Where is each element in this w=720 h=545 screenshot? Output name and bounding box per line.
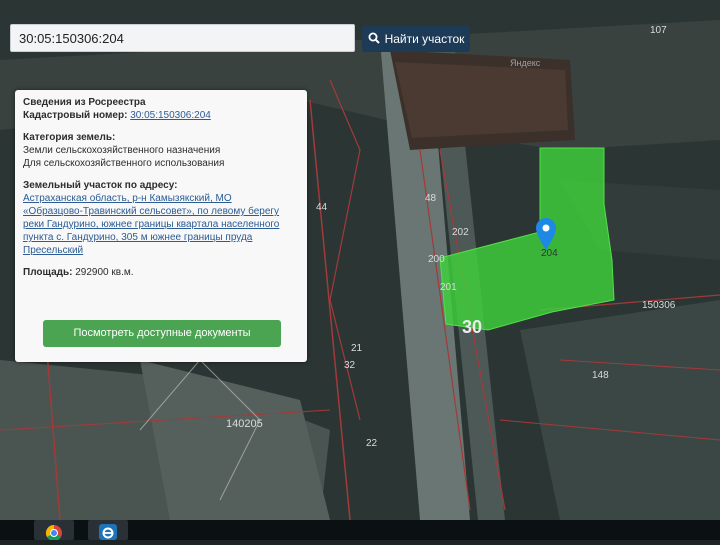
map-label-201: 201 (440, 282, 457, 293)
area-row: Площадь: 292900 кв.м. (23, 266, 299, 279)
cadastral-number-link[interactable]: 30:05:150306:204 (130, 110, 211, 121)
search-icon (368, 32, 380, 47)
ie-icon[interactable] (88, 520, 128, 540)
cadastral-number-row: Кадастровый номер: 30:05:150306:204 (23, 109, 299, 122)
map-label-140205: 140205 (226, 418, 263, 430)
map-label-200: 200 (428, 254, 445, 265)
cadastral-search-field[interactable] (10, 24, 355, 52)
chrome-icon[interactable] (34, 520, 74, 542)
rosreestr-info-card: Сведения из Росреестра Кадастровый номер… (15, 90, 307, 362)
cadastral-search-input[interactable] (11, 25, 354, 51)
category-value-1: Земли сельскохозяйственного назначения (23, 145, 221, 156)
map-label-202: 202 (452, 227, 469, 238)
card-title: Сведения из Росреестра (23, 97, 146, 108)
view-documents-button[interactable]: Посмотреть доступные документы (43, 320, 281, 347)
area-value: 292900 кв.м. (75, 267, 134, 278)
find-parcel-button[interactable]: Найти участок (362, 26, 470, 52)
cadastral-label: Кадастровый номер: (23, 110, 128, 121)
map-pin-icon[interactable] (536, 218, 556, 250)
area-label: Площадь: (23, 267, 73, 278)
map-label-32: 32 (344, 360, 356, 371)
address-line[interactable]: Астраханская область, р-н Камызякский, М… (23, 192, 299, 205)
address-line[interactable]: реки Гандурино, южнее границы квартала н… (23, 218, 299, 231)
address-link[interactable]: Астраханская область, р-н Камызякский, М… (23, 192, 299, 257)
address-line[interactable]: пункта с. Гандурино, 305 м южнее границы… (23, 231, 299, 244)
map-label-150306: 150306 (642, 300, 676, 311)
map-label-148: 148 (592, 370, 609, 381)
address-line[interactable]: «Образцово-Травинский сельсовет», по лев… (23, 205, 299, 218)
map-label-21: 21 (351, 343, 363, 354)
address-label: Земельный участок по адресу: (23, 180, 178, 191)
map-label-48: 48 (425, 193, 437, 204)
address-line[interactable]: Пресельский (23, 244, 299, 257)
map-label-30: 30 (462, 317, 483, 337)
map-label-107: 107 (650, 25, 667, 36)
map-label-yandex: Яндекс (510, 58, 541, 68)
map-label-22: 22 (366, 438, 378, 449)
category-value-2: Для сельскохозяйственного использования (23, 158, 225, 169)
category-label: Категория земель: (23, 132, 116, 143)
find-parcel-label: Найти участок (384, 32, 465, 46)
map-label-44: 44 (316, 202, 328, 213)
